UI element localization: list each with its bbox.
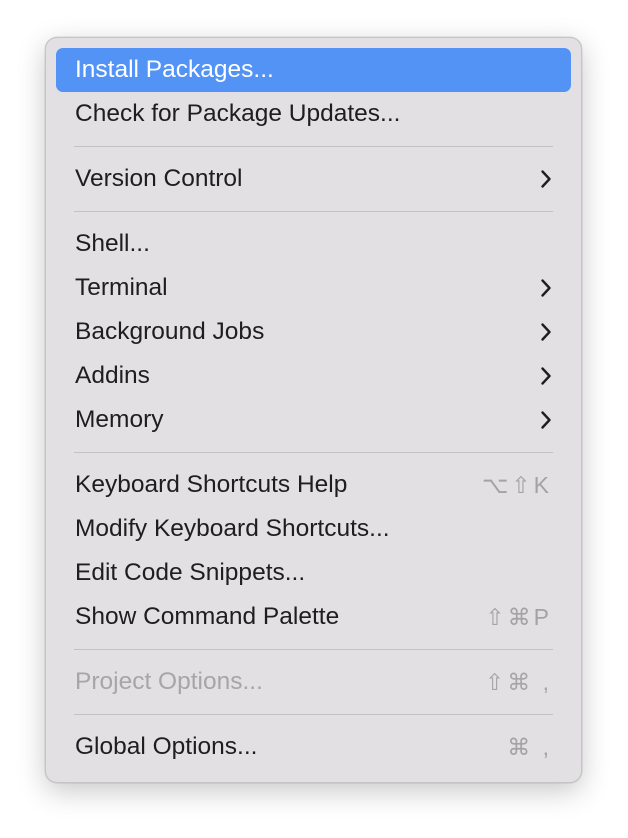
menu-item-label: Shell...	[75, 230, 150, 257]
menu-item-label: Background Jobs	[75, 318, 265, 345]
menu-item-label: Terminal	[75, 274, 168, 301]
menu-item-check-package-updates[interactable]: Check for Package Updates...	[56, 92, 571, 136]
menu-item-label: Version Control	[75, 165, 243, 192]
menu-item-label: Install Packages...	[75, 56, 274, 83]
menu-separator	[74, 452, 553, 453]
menu-item-label: Addins	[75, 362, 150, 389]
menu-item-label: Memory	[75, 406, 164, 433]
menu-item-project-options: Project Options... ⇧⌘ ,	[56, 660, 571, 704]
menu-item-label: Show Command Palette	[75, 603, 340, 630]
chevron-right-icon	[540, 398, 552, 442]
chevron-right-icon	[540, 266, 552, 310]
menu-item-shortcut: ⇧⌘P	[485, 604, 552, 630]
menu-item-background-jobs[interactable]: Background Jobs	[56, 310, 571, 354]
menu-separator	[74, 146, 553, 147]
menu-separator	[74, 714, 553, 715]
menu-separator	[74, 649, 553, 650]
menu-item-modify-keyboard-shortcuts[interactable]: Modify Keyboard Shortcuts...	[56, 507, 571, 551]
menu-item-label: Edit Code Snippets...	[75, 559, 306, 586]
menu-item-install-packages[interactable]: Install Packages...	[56, 48, 571, 92]
menu-item-label: Modify Keyboard Shortcuts...	[75, 515, 390, 542]
menu-item-shortcut: ⌥⇧K	[481, 472, 552, 498]
menu-item-terminal[interactable]: Terminal	[56, 266, 571, 310]
menu-item-version-control[interactable]: Version Control	[56, 157, 571, 201]
menu-item-shell[interactable]: Shell...	[56, 222, 571, 266]
chevron-right-icon	[540, 354, 552, 398]
menu-item-addins[interactable]: Addins	[56, 354, 571, 398]
menu-item-label: Check for Package Updates...	[75, 100, 401, 127]
menu-item-keyboard-shortcuts-help[interactable]: Keyboard Shortcuts Help ⌥⇧K	[56, 463, 571, 507]
menu-item-label: Global Options...	[75, 733, 258, 760]
menu-item-shortcut: ⇧⌘ ,	[484, 669, 552, 695]
menu-item-memory[interactable]: Memory	[56, 398, 571, 442]
menu-item-shortcut: ⌘ ,	[507, 734, 552, 760]
menu-separator	[74, 211, 553, 212]
menu-item-edit-code-snippets[interactable]: Edit Code Snippets...	[56, 551, 571, 595]
menu-item-label: Keyboard Shortcuts Help	[75, 471, 348, 498]
menu-item-global-options[interactable]: Global Options... ⌘ ,	[56, 725, 571, 769]
chevron-right-icon	[540, 310, 552, 354]
menu-item-show-command-palette[interactable]: Show Command Palette ⇧⌘P	[56, 595, 571, 639]
tools-menu: Install Packages... Check for Package Up…	[45, 37, 582, 783]
chevron-right-icon	[540, 157, 552, 201]
menu-item-label: Project Options...	[75, 668, 263, 695]
